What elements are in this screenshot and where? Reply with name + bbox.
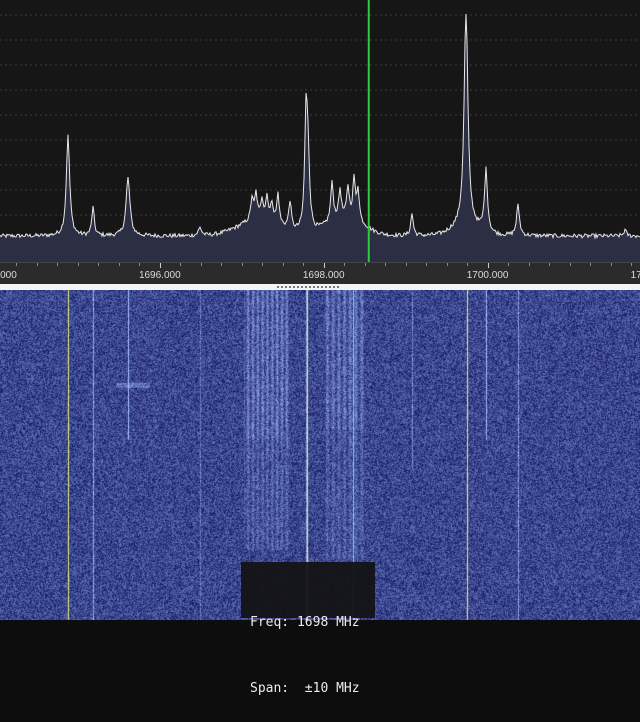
axis-minor-tick (426, 263, 428, 266)
axis-minor-tick (405, 263, 407, 266)
freq-label: Freq: (250, 615, 290, 630)
axis-minor-tick (590, 263, 591, 266)
axis-minor-tick (303, 263, 305, 266)
span-value: ±10 MHz (304, 681, 360, 696)
axis-minor-tick (221, 263, 223, 266)
axis-tick-label: 1700.000 (466, 270, 509, 281)
axis-minor-tick (385, 263, 387, 266)
tuning-info-overlay: Freq: 1698 MHz Span: ±10 MHz (241, 562, 375, 696)
axis-minor-tick (282, 263, 284, 266)
axis-minor-tick (508, 263, 510, 266)
axis-minor-tick (200, 263, 202, 266)
axis-tick-label: 1696.000 (138, 270, 181, 281)
axis-minor-tick (467, 263, 469, 266)
span-label: Span: (250, 681, 290, 696)
axis-minor-tick (241, 263, 243, 266)
axis-minor-tick (262, 263, 264, 266)
axis-minor-tick (610, 263, 612, 266)
axis-minor-tick (118, 263, 120, 266)
spectrum-trace (0, 13, 640, 240)
axis-minor-tick (549, 263, 550, 266)
spectrum-display[interactable] (0, 0, 640, 262)
spectrum-plot (0, 0, 640, 262)
freq-row: Freq: 1698 MHz (250, 612, 375, 634)
axis-major-tick (323, 263, 325, 268)
splitter-drag-handle[interactable] (277, 286, 339, 288)
axis-minor-tick (528, 263, 530, 266)
axis-minor-tick (98, 263, 100, 266)
axis-minor-tick (180, 263, 182, 266)
axis-minor-tick (36, 263, 38, 266)
axis-tick-label: 1698.000 (302, 270, 345, 281)
axis-minor-tick (77, 263, 79, 266)
axis-minor-tick (344, 263, 346, 266)
axis-major-tick (487, 263, 489, 268)
freq-value: 1698 MHz (296, 615, 360, 630)
axis-minor-tick (569, 263, 571, 266)
axis-minor-tick (631, 263, 632, 266)
frequency-axis[interactable]: 1694.000 1696.000 1698.000 1700.000 1702.000 (0, 262, 640, 284)
axis-tick-label: 1702.000 (630, 270, 640, 281)
span-row: Span: ±10 MHz (250, 678, 375, 700)
axis-minor-tick (16, 263, 18, 266)
axis-major-tick (159, 263, 161, 268)
axis-minor-tick (57, 263, 59, 266)
axis-minor-tick (446, 263, 448, 266)
axis-minor-tick (364, 263, 366, 266)
axis-minor-tick (139, 263, 141, 266)
axis-tick-label: 1694.000 (0, 270, 17, 281)
spectrum-fill (0, 14, 640, 262)
